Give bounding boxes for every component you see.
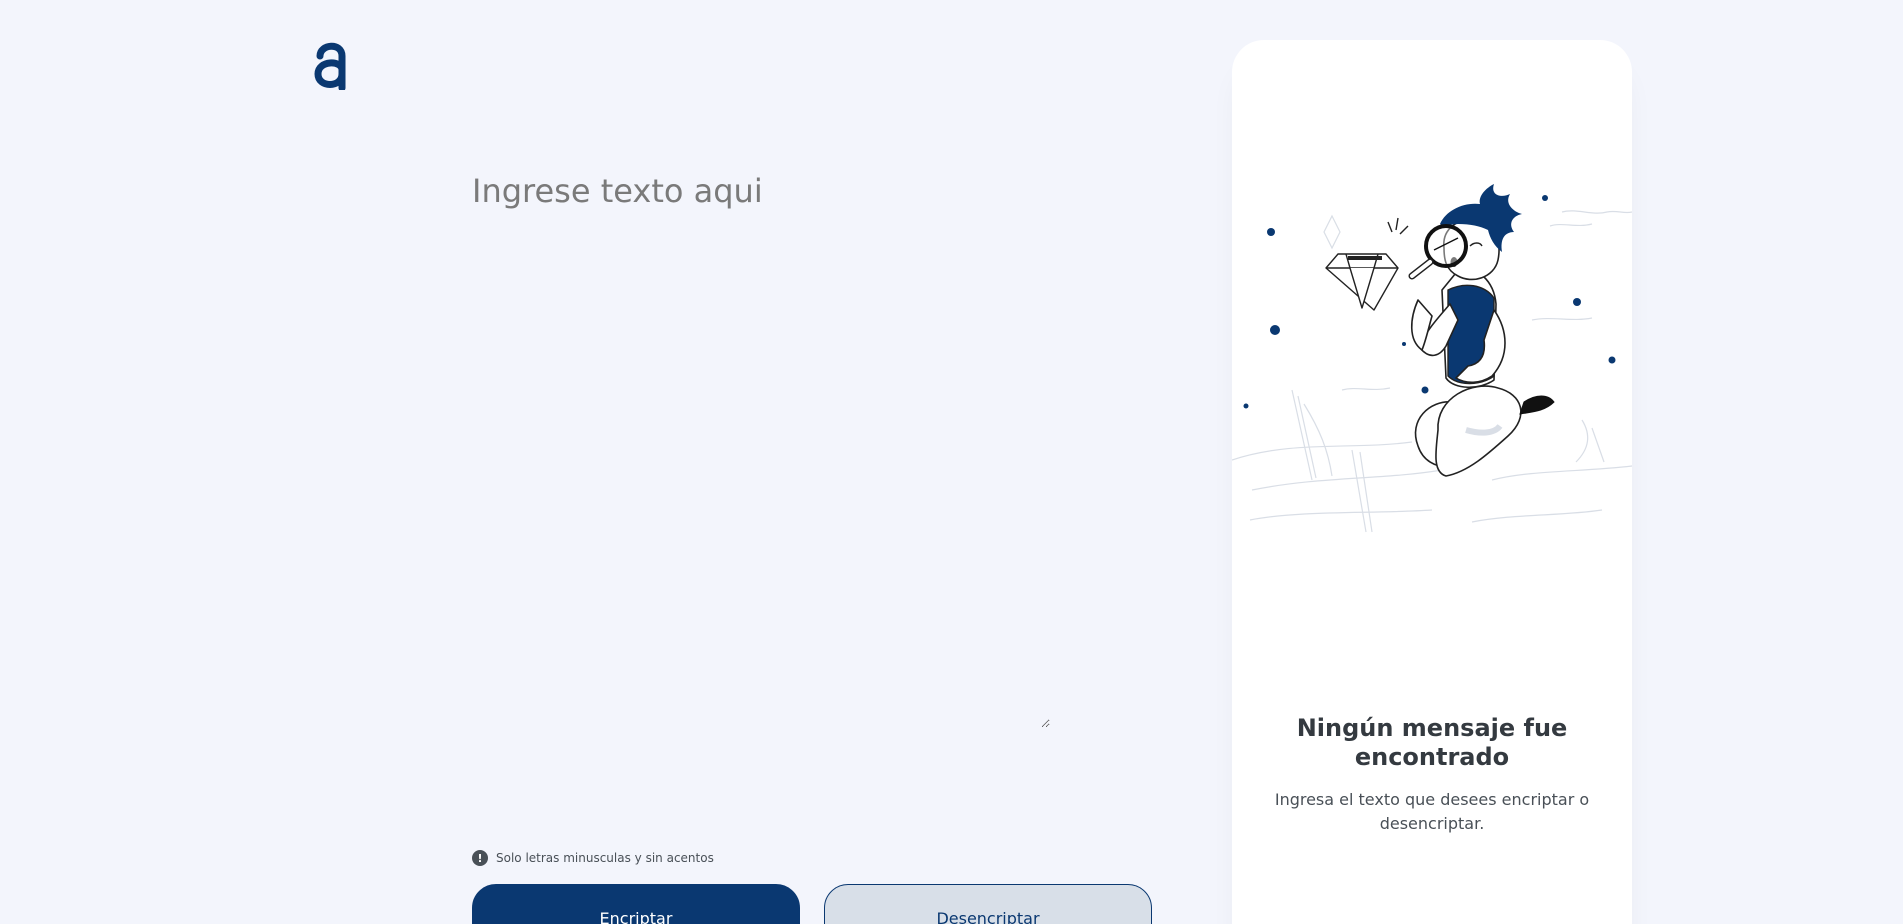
encrypt-button[interactable]: Encriptar	[472, 884, 800, 924]
hint: ! Solo letras minusculas y sin acentos	[472, 850, 714, 866]
result-panel: Ningún mensaje fue encontrado Ingresa el…	[1232, 40, 1632, 924]
decrypt-button[interactable]: Desencriptar	[824, 884, 1152, 924]
empty-state-description: Ingresa el texto que desees encriptar o …	[1274, 790, 1590, 833]
person-with-magnifying-glass-illustration	[1232, 184, 1632, 533]
alura-logo-icon	[314, 42, 346, 90]
hint-text: Solo letras minusculas y sin acentos	[496, 851, 714, 865]
text-input[interactable]	[470, 160, 1050, 728]
exclamation-circle-icon: !	[472, 850, 488, 866]
empty-state-title: Ningún mensaje fue encontrado	[1296, 714, 1568, 771]
page: ! Solo letras minusculas y sin acentos E…	[0, 0, 1903, 924]
